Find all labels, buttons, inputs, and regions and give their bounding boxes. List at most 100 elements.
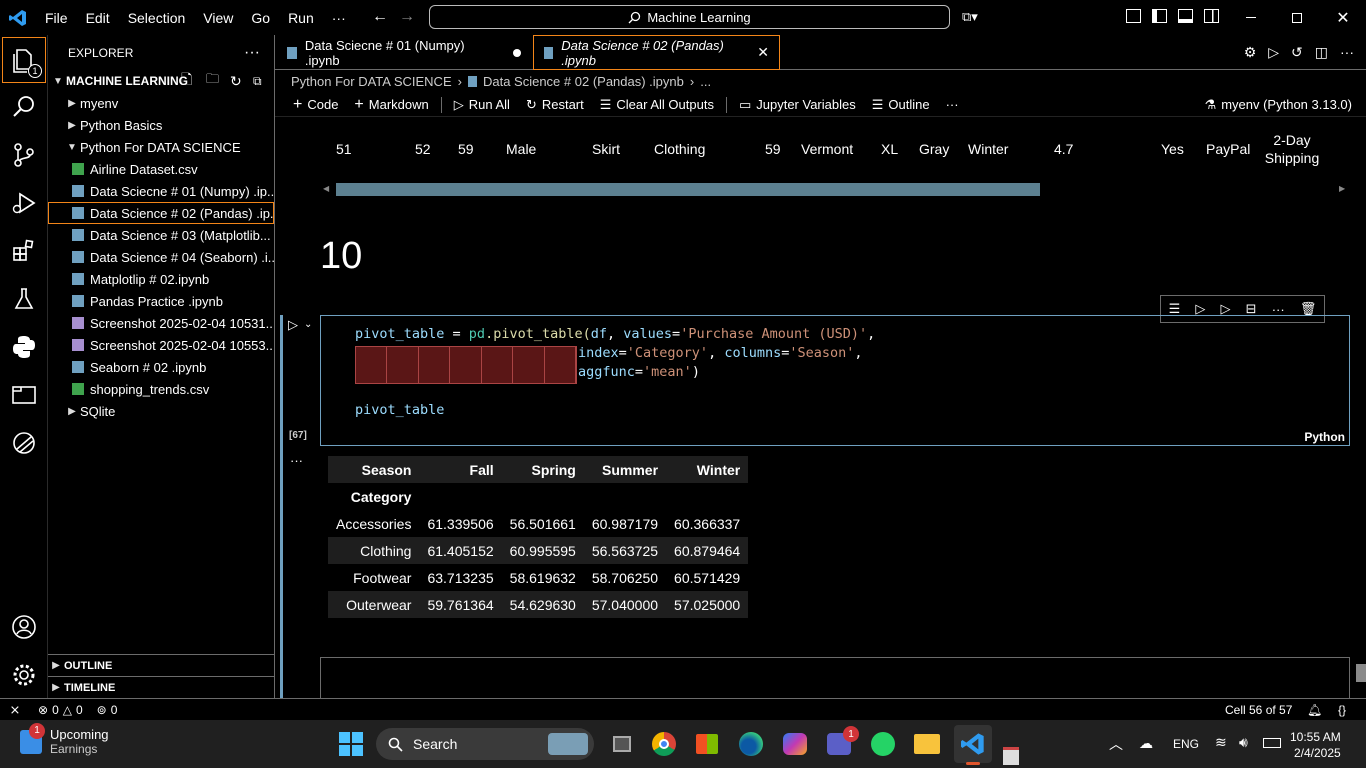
minimize-icon[interactable] bbox=[1228, 0, 1274, 35]
testing-flask-icon[interactable] bbox=[0, 275, 48, 323]
menu-selection[interactable]: Selection bbox=[119, 10, 195, 26]
tree-file[interactable]: Data Sciecne # 01 (Numpy) .ip... bbox=[48, 180, 274, 202]
microsoft-store-icon[interactable] bbox=[691, 728, 723, 760]
kernel-picker[interactable]: ⚗ myenv (Python 3.13.0) bbox=[1197, 97, 1360, 113]
gear-icon[interactable]: ⚙ bbox=[1244, 44, 1257, 61]
tree-file[interactable]: Data Science # 04 (Seaborn) .i... bbox=[48, 246, 274, 268]
restore-icon[interactable] bbox=[1274, 0, 1320, 35]
jupyter-variables-button[interactable]: ▭ Jupyter Variables bbox=[731, 97, 864, 113]
output-more-icon[interactable]: ··· bbox=[290, 453, 303, 468]
code-cell[interactable]: pivot_table = pd.pivot_table(df, values=… bbox=[320, 315, 1350, 446]
jupyter-kernels-icon[interactable] bbox=[0, 419, 48, 467]
onedrive-icon[interactable]: ☁ bbox=[1139, 735, 1153, 752]
tree-folder[interactable]: ▼ Python For DATA SCIENCE bbox=[48, 136, 274, 158]
collapse-all-icon[interactable]: ⧉ bbox=[253, 74, 262, 89]
toggle-secondary-sidebar-icon[interactable] bbox=[1204, 9, 1219, 23]
breadcrumb-ellipsis[interactable]: ... bbox=[700, 74, 711, 89]
tree-file[interactable]: Airline Dataset.csv bbox=[48, 158, 274, 180]
unsaved-dot-icon[interactable] bbox=[513, 48, 521, 57]
outline-button[interactable]: ☰ Outline bbox=[864, 97, 938, 113]
run-cell-icon[interactable]: ▷ bbox=[288, 317, 298, 333]
scroll-left-icon[interactable]: ◀ bbox=[323, 184, 329, 193]
menu-file[interactable]: File bbox=[36, 10, 77, 26]
toggle-panel-icon[interactable] bbox=[1178, 9, 1193, 23]
braces-icon[interactable]: {} bbox=[1338, 703, 1346, 717]
new-file-icon[interactable]: 🗋 bbox=[181, 70, 192, 92]
notifications-bell-icon[interactable]: 🔔︎ bbox=[1307, 703, 1322, 717]
close-window-icon[interactable]: ✕ bbox=[1320, 0, 1366, 35]
settings-gear-icon[interactable] bbox=[0, 651, 48, 699]
explorer-activity-icon[interactable]: 1 bbox=[2, 37, 46, 83]
explorer-more-icon[interactable]: ··· bbox=[244, 44, 260, 62]
restart-button[interactable]: ↻ Restart bbox=[518, 97, 592, 113]
copilot-app-icon[interactable] bbox=[779, 728, 811, 760]
outline-section[interactable]: ▶ OUTLINE bbox=[48, 654, 275, 676]
forward-arrow-icon[interactable]: → bbox=[399, 8, 415, 26]
toolbar-more-button[interactable]: ··· bbox=[938, 97, 967, 112]
tree-file[interactable]: Data Science # 02 (Pandas) .ip... bbox=[48, 202, 274, 224]
more-actions-icon[interactable]: ··· bbox=[1340, 44, 1354, 61]
new-folder-icon[interactable]: 🗀 bbox=[206, 70, 219, 92]
menu-run[interactable]: Run bbox=[279, 10, 323, 26]
toggle-sidebar-icon[interactable] bbox=[1152, 9, 1167, 23]
history-icon[interactable]: ↺ bbox=[1291, 44, 1303, 61]
tab-numpy-notebook[interactable]: Data Sciecne # 01 (Numpy) .ipynb bbox=[275, 35, 531, 70]
tree-file[interactable]: Seaborn # 02 .ipynb bbox=[48, 356, 274, 378]
problems-indicator[interactable]: ⊗ 0 △ 0 bbox=[38, 703, 83, 717]
whatsapp-icon[interactable] bbox=[867, 728, 899, 760]
refresh-icon[interactable]: ↻ bbox=[230, 73, 242, 90]
tab-pandas-notebook[interactable]: Data Science # 02 (Pandas) .ipynb ✕ bbox=[533, 35, 780, 70]
source-control-icon[interactable] bbox=[0, 131, 48, 179]
run-debug-icon[interactable] bbox=[0, 179, 48, 227]
back-arrow-icon[interactable]: ← bbox=[372, 8, 388, 26]
run-options-chevron-icon[interactable]: ⌄ bbox=[304, 319, 312, 333]
clock[interactable]: 10:55 AM 2/4/2025 bbox=[1290, 729, 1341, 761]
windows-start-icon[interactable] bbox=[335, 728, 367, 760]
ports-indicator[interactable]: ⊚ 0 bbox=[97, 703, 118, 717]
add-markdown-button[interactable]: + Markdown bbox=[346, 96, 436, 114]
menu-edit[interactable]: Edit bbox=[77, 10, 119, 26]
run-all-button[interactable]: ▷ Run All bbox=[446, 97, 518, 113]
extensions-icon[interactable] bbox=[0, 227, 48, 275]
wifi-icon[interactable]: ≋ bbox=[1215, 734, 1227, 751]
output-horizontal-scrollbar[interactable] bbox=[336, 183, 1040, 196]
search-activity-icon[interactable] bbox=[0, 83, 48, 131]
breadcrumb-folder[interactable]: Python For DATA SCIENCE bbox=[291, 74, 452, 89]
timeline-section[interactable]: ▶ TIMELINE bbox=[48, 676, 275, 698]
account-icon[interactable] bbox=[0, 603, 48, 651]
menu-view[interactable]: View bbox=[194, 10, 242, 26]
tree-file[interactable]: shopping_trends.csv bbox=[48, 378, 274, 400]
next-cell[interactable] bbox=[320, 657, 1350, 698]
breadcrumb-file[interactable]: Data Science # 02 (Pandas) .ipynb bbox=[483, 74, 684, 89]
cell-language-label[interactable]: Python bbox=[1304, 430, 1345, 444]
tree-folder[interactable]: ▶ myenv bbox=[48, 92, 274, 114]
clear-outputs-button[interactable]: ☰ Clear All Outputs bbox=[592, 97, 722, 113]
tree-folder[interactable]: ▶ SQlite bbox=[48, 400, 274, 422]
scroll-right-icon[interactable]: ▶ bbox=[1339, 184, 1345, 193]
tree-file[interactable]: Data Science # 03 (Matplotlib... bbox=[48, 224, 274, 246]
teams-icon[interactable]: 1 bbox=[823, 726, 859, 760]
edge-icon[interactable] bbox=[735, 728, 767, 760]
taskbar-search[interactable]: Search bbox=[376, 728, 594, 760]
tree-file[interactable]: Matplotlip # 02.ipynb bbox=[48, 268, 274, 290]
menu-go[interactable]: Go bbox=[242, 10, 279, 26]
show-hidden-icons-chevron-icon[interactable]: ︿ bbox=[1109, 734, 1123, 754]
vscode-taskbar-icon[interactable] bbox=[954, 725, 992, 765]
copilot-icon[interactable]: ⧉▾ bbox=[962, 9, 992, 25]
volume-icon[interactable]: 🔊︎ bbox=[1239, 734, 1248, 751]
tree-file[interactable]: Screenshot 2025-02-04 10553... bbox=[48, 334, 274, 356]
run-icon[interactable]: ▷ bbox=[1268, 44, 1279, 61]
chrome-icon[interactable] bbox=[648, 728, 680, 760]
split-editor-icon[interactable]: ◫ bbox=[1315, 44, 1328, 61]
remote-indicator-icon[interactable]: ⨯ bbox=[0, 702, 30, 718]
python-icon[interactable] bbox=[0, 323, 48, 371]
notepad-icon[interactable] bbox=[1000, 744, 1022, 768]
tree-folder[interactable]: ▶ Python Basics bbox=[48, 114, 274, 136]
cell-position[interactable]: Cell 56 of 57 bbox=[1225, 703, 1292, 717]
task-view-icon[interactable] bbox=[606, 728, 638, 760]
add-code-button[interactable]: + Code bbox=[285, 96, 346, 114]
language-indicator[interactable]: ENG bbox=[1173, 737, 1199, 751]
workspace-root[interactable]: ▼ MACHINE LEARNING 🗋 🗀 ↻ ⧉ bbox=[48, 70, 274, 92]
remote-explorer-icon[interactable] bbox=[0, 371, 48, 419]
menu-more[interactable]: ··· bbox=[323, 10, 355, 26]
